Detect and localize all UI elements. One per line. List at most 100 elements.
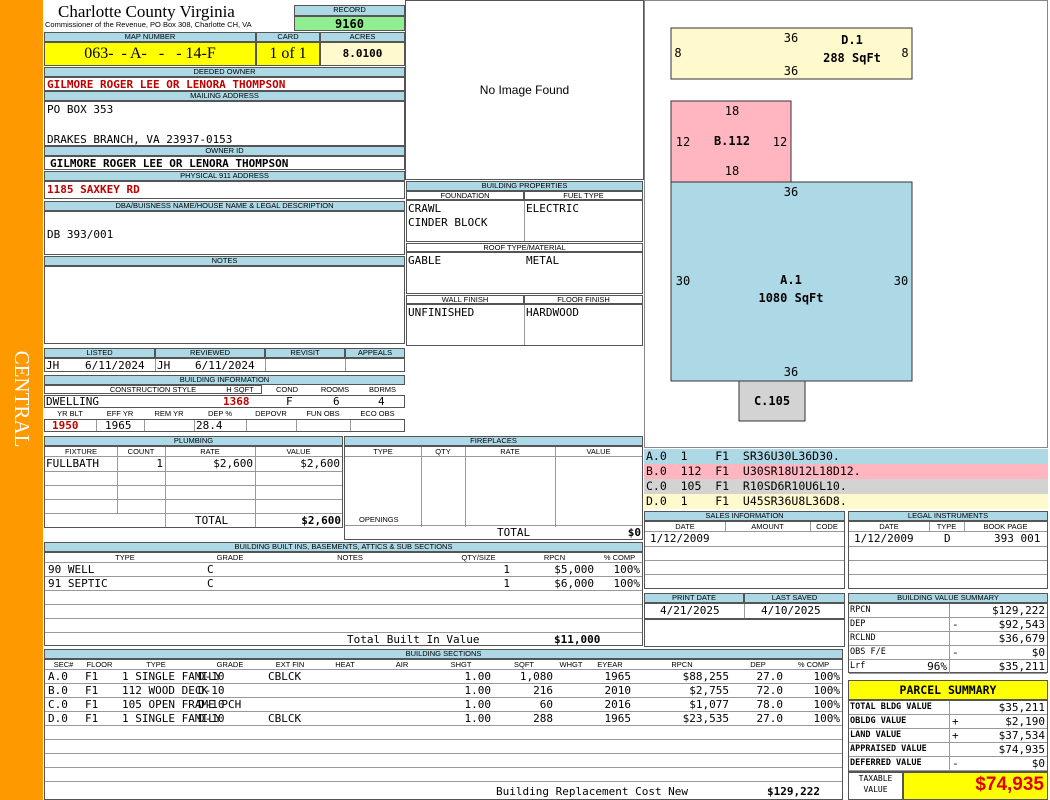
fuel-type-header: FUEL TYPE <box>524 191 643 200</box>
sketch-a-area: 1080 SqFt <box>758 291 823 305</box>
legal-inst-header: LEGAL INSTRUMENTS <box>848 511 1048 521</box>
roof-material: METAL <box>526 254 560 267</box>
bi-row1-qty: 1 <box>503 563 510 576</box>
sketch-d-label: D.1 <box>841 33 863 47</box>
bi-row1-type: 90 WELL <box>48 563 95 576</box>
sections-col-0: SEC# <box>53 660 74 669</box>
sections-cell-dep: 27.0 <box>756 670 784 683</box>
effyr-value: 1965 <box>105 419 132 432</box>
li-date: 1/12/2009 <box>854 532 914 545</box>
plumbing-col-rate: RATE <box>200 447 220 456</box>
taxable-label-1: TAXABLE <box>858 774 893 783</box>
listed-by: JH <box>46 359 60 372</box>
sections-cell-sec: B.0 <box>48 684 68 697</box>
sketch-c-label: C.105 <box>754 394 790 408</box>
deeded-owner: GILMORE ROGER LEE OR LENORA THOMPSON <box>47 78 286 91</box>
value-summary-sign: - <box>952 618 959 631</box>
remyr-label: REM YR <box>154 409 184 418</box>
value-summary-row: RCLND $36,679 <box>849 632 1047 646</box>
li-col-type: TYPE <box>936 522 957 531</box>
sketch-b-label: B.112 <box>714 134 750 148</box>
floor-finish-header: FLOOR FINISH <box>524 295 643 304</box>
physical-address: 1185 SAXKEY RD <box>47 183 140 196</box>
sections-cell-grade: D-10 <box>198 698 225 711</box>
reviewed-header: REVIEWED <box>155 348 265 358</box>
appeals-header: APPEALS <box>345 348 405 358</box>
rooms-value: 6 <box>333 395 340 408</box>
legal-inst-box: DATE TYPE BOOK PAGE 1/12/2009 D 393 001 <box>848 521 1048 589</box>
sections-cell-sec: C.0 <box>48 698 68 711</box>
sections-cell-floor: F1 <box>85 684 99 697</box>
li-col-book: BOOK PAGE <box>983 522 1028 531</box>
ecoobs-label: ECO OBS <box>360 409 395 418</box>
plumbing-col-value: VALUE <box>286 447 311 456</box>
value-summary-value: $92,543 <box>998 618 1045 631</box>
fp-col-qty: QTY <box>435 447 451 456</box>
funobs-label: FUN OBS <box>306 409 340 418</box>
li-col-date: DATE <box>879 522 899 531</box>
value-summary-row: DEP - $92,543 <box>849 618 1047 632</box>
building-info-row1: DWELLING 1368 F 6 4 <box>44 395 405 408</box>
value-summary-row: RPCN $129,222 <box>849 604 1047 618</box>
commissioner-address: Commissioner of the Revenue, PO Box 308,… <box>45 20 252 29</box>
side-label: CENTRAL <box>10 350 34 448</box>
sections-cell-floor: F1 <box>85 670 99 683</box>
value-summary-row: Lrf 96% $35,211 <box>849 660 1047 674</box>
sections-cell-sqft: 288 <box>533 712 553 725</box>
li-type: D <box>944 532 951 545</box>
wall-finish: UNFINISHED <box>408 306 475 319</box>
owner-id-header: OWNER ID <box>44 146 405 156</box>
plumbing-fixture: FULLBATH <box>46 457 99 470</box>
listing-box: JH 6/11/2024 JH 6/11/2024 <box>44 358 405 372</box>
taxable-value: $74,935 <box>975 774 1044 795</box>
bi-row1-rpcn: $5,000 <box>554 563 594 576</box>
sections-col-12: DEP <box>750 660 766 669</box>
cond-value: F <box>286 395 293 408</box>
bi-row2-type: 91 SEPTIC <box>48 577 108 590</box>
sections-col-2: TYPE <box>146 660 166 669</box>
sections-col-8: SQFT <box>514 660 534 669</box>
sections-cell-eyear: 1965 <box>604 670 632 683</box>
sections-cell-shgt: 1.00 <box>464 698 492 711</box>
sections-cell-type: 1 SINGLE FAMILY <box>122 670 222 683</box>
parcel-summary-value: $2,190 <box>1005 715 1045 728</box>
sketch-d-top: 36 <box>784 31 798 45</box>
reviewed-date: 6/11/2024 <box>195 359 255 372</box>
sections-cell-sqft: 216 <box>533 684 553 697</box>
sections-col-11: RPCN <box>671 660 693 669</box>
plumbing-count: 1 <box>156 457 163 470</box>
builtins-header: BUILDING BUILT INS, BASEMENTS, ATTICS & … <box>44 542 643 552</box>
notes-header: NOTES <box>44 256 405 266</box>
sections-cell-dep: 27.0 <box>756 712 784 725</box>
record-header: RECORD <box>294 5 405 16</box>
print-date: 4/21/2025 <box>660 604 720 617</box>
bi-total: $11,000 <box>554 633 601 646</box>
value-summary-label: RCLND <box>850 633 876 643</box>
value-summary-label: RPCN <box>850 605 871 615</box>
building-info-row2: 1950 1965 28.4 <box>44 419 405 432</box>
card-value: 1 of 1 <box>256 42 320 66</box>
sketch-b-bottom: 18 <box>725 164 739 178</box>
sketch-area: 36 36 8 8 D.1 288 SqFt 18 18 12 12 B.112… <box>644 0 1048 448</box>
legal-description-header: DBA/BUISNESS NAME/HOUSE NAME & LEGAL DES… <box>44 201 405 211</box>
parcel-summary-row: TOTAL BLDG VALUE $35,211 <box>849 701 1047 715</box>
mailing-line-1: PO BOX 353 <box>47 103 114 116</box>
sketch-a-top: 36 <box>784 185 798 199</box>
sketch-legend-row: C.0 105 F1 R10SD6R10U6L10. <box>644 479 1048 494</box>
plumbing-header: PLUMBING <box>44 436 343 446</box>
last-saved-header: LAST SAVED <box>744 593 845 603</box>
sections-total: $129,222 <box>767 785 820 798</box>
parcel-summary-label: APPRAISED VALUE <box>850 744 927 754</box>
sections-cell-shgt: 1.00 <box>464 670 492 683</box>
sections-cell-eyear: 2016 <box>604 698 632 711</box>
plumbing-total: $2,600 <box>301 514 341 527</box>
listed-date: 6/11/2024 <box>85 359 145 372</box>
sales-box: DATE AMOUNT CODE 1/12/2009 <box>644 521 845 589</box>
dates-blank <box>644 619 845 647</box>
map-number: 063- - A- - - 14-F <box>44 42 256 66</box>
taxable-label-2: VALUE <box>863 785 888 794</box>
plumbing-col-count: COUNT <box>127 447 155 456</box>
fp-col-type: TYPE <box>373 447 393 456</box>
dep-value: 28.4 <box>196 419 223 432</box>
sections-col-13: % COMP <box>797 660 830 669</box>
